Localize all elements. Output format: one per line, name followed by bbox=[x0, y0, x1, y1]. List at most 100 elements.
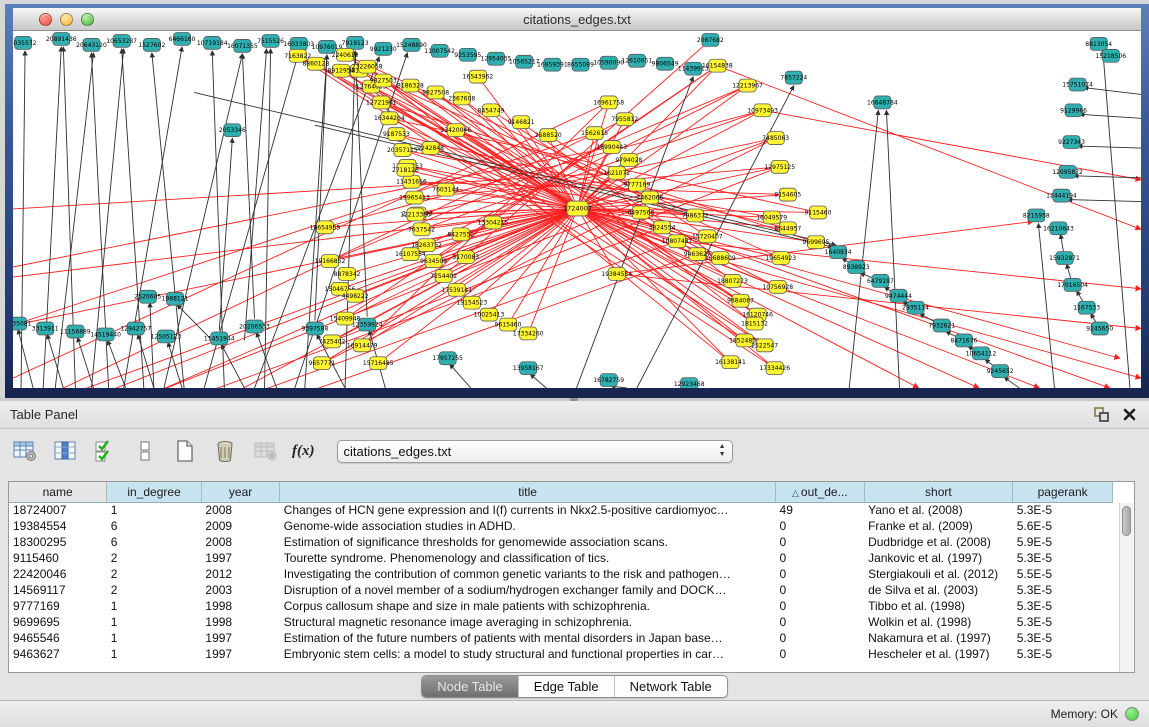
graph-node-yellow[interactable]: 9154605 bbox=[774, 188, 801, 201]
minimize-window-icon[interactable] bbox=[60, 13, 73, 26]
graph-node-yellow[interactable]: 17334260 bbox=[513, 327, 544, 340]
graph-node-teal[interactable]: 12942757 bbox=[120, 322, 151, 335]
graph-node-teal[interactable]: 15751074 bbox=[1062, 78, 1093, 91]
table-row[interactable]: 946554611997Estimation of the future num… bbox=[9, 630, 1113, 646]
graph-node-yellow[interactable]: 8878342 bbox=[334, 268, 361, 281]
graph-node-teal[interactable]: 12923468 bbox=[674, 378, 705, 388]
graph-node-teal[interactable]: 13958167 bbox=[513, 362, 544, 375]
graph-node-teal[interactable]: 10719184 bbox=[197, 36, 228, 49]
graph-node-teal[interactable]: 12954035 bbox=[481, 52, 512, 65]
table-row[interactable]: 1456911722003Disruption of a novel membe… bbox=[9, 582, 1113, 598]
graph-node-teal[interactable]: 10565217 bbox=[509, 55, 540, 68]
tab-edge-table[interactable]: Edge Table bbox=[518, 676, 614, 697]
graph-node-teal[interactable]: 15932871 bbox=[1049, 252, 1080, 265]
graph-node-yellow[interactable]: 16990443 bbox=[596, 141, 627, 154]
table-settings-button[interactable] bbox=[12, 438, 38, 464]
graph-node-teal[interactable]: 16782759 bbox=[593, 374, 624, 387]
graph-node-yellow[interactable]: 1621072 bbox=[603, 166, 630, 179]
graph-node-yellow[interactable]: 8454749 bbox=[478, 104, 505, 117]
table-row[interactable]: 2242004622012Investigating the contribut… bbox=[9, 566, 1113, 582]
graph-node-yellow[interactable]: 20357115 bbox=[387, 144, 418, 157]
graph-node-yellow[interactable]: 15716485 bbox=[363, 357, 394, 370]
graph-node-teal[interactable]: 16033803 bbox=[283, 37, 314, 50]
delete-column-button[interactable] bbox=[212, 438, 238, 464]
graph-node-yellow[interactable]: 2588520 bbox=[535, 129, 562, 142]
graph-node-teal[interactable]: 9245650 bbox=[1086, 322, 1113, 335]
graph-node-yellow[interactable]: 16914479 bbox=[347, 339, 378, 352]
show-column-button[interactable] bbox=[52, 438, 78, 464]
graph-node-teal[interactable]: 8215958 bbox=[1023, 209, 1050, 222]
scrollbar-thumb[interactable] bbox=[1122, 506, 1131, 536]
table-row[interactable]: 969969511998Structural magnetic resonanc… bbox=[9, 614, 1113, 630]
table-row[interactable]: 946362711997Embryonic stem cells: a mode… bbox=[9, 646, 1113, 662]
graph-node-teal[interactable]: 8813054 bbox=[1085, 37, 1112, 50]
graph-node-yellow[interactable]: 2367608 bbox=[448, 92, 475, 105]
graph-node-teal[interactable]: 9474444 bbox=[885, 289, 912, 302]
graph-node-teal[interactable]: 5435081 bbox=[13, 317, 32, 330]
network-view-window[interactable]: citations_edges.txt 2035572 2089143620643… bbox=[5, 4, 1149, 398]
graph-node-teal[interactable]: 16210643 bbox=[1043, 222, 1074, 235]
graph-node-yellow[interactable]: 11431656 bbox=[396, 175, 427, 188]
graph-node-teal[interactable]: 11451944 bbox=[204, 332, 235, 345]
graph-node-yellow[interactable]: 9115460 bbox=[805, 206, 832, 219]
graph-node-teal[interactable]: 7919123 bbox=[342, 36, 369, 49]
graph-node-teal[interactable]: 8655089 bbox=[567, 58, 594, 71]
graph-node-teal[interactable]: 6466160 bbox=[169, 32, 196, 45]
graph-node-yellow[interactable]: 19154523 bbox=[457, 296, 488, 309]
column-header-title[interactable]: title bbox=[280, 482, 776, 502]
graph-node-hub[interactable]: 1724007 bbox=[563, 201, 592, 216]
graph-node-teal[interactable]: 8938923 bbox=[843, 261, 870, 274]
table-row[interactable]: 1830029562008Estimation of significance … bbox=[9, 534, 1113, 550]
graph-node-yellow[interactable]: 17334426 bbox=[759, 362, 790, 375]
table-vertical-scrollbar[interactable] bbox=[1119, 503, 1133, 673]
graph-node-teal[interactable]: 10653287 bbox=[106, 34, 137, 47]
graph-node-yellow[interactable]: 16543962 bbox=[463, 70, 494, 83]
select-rows-button[interactable] bbox=[92, 438, 118, 464]
function-builder-button[interactable]: f(x) bbox=[292, 443, 315, 460]
graph-node-yellow[interactable]: 9146821 bbox=[508, 116, 535, 129]
column-header-short[interactable]: short bbox=[864, 482, 1013, 502]
close-panel-icon[interactable] bbox=[1119, 406, 1139, 424]
graph-node-teal[interactable]: 16071355 bbox=[227, 39, 258, 52]
graph-node-teal[interactable]: 20891436 bbox=[46, 32, 77, 45]
table-row[interactable]: 911546021997Tourette syndrome. Phenomeno… bbox=[9, 550, 1113, 566]
graph-node-yellow[interactable]: 9615460 bbox=[495, 318, 522, 331]
graph-node-teal[interactable]: 10590090 bbox=[593, 56, 624, 69]
graph-node-teal[interactable]: 11007542 bbox=[424, 44, 455, 57]
row-height-button[interactable] bbox=[132, 438, 158, 464]
network-graph-canvas[interactable]: 2035572 2089143620643120106532871527602 64… bbox=[13, 31, 1141, 388]
table-selector-dropdown[interactable]: citations_edges.txt ▲▼ bbox=[337, 440, 733, 463]
graph-node-teal[interactable]: 16959391 bbox=[537, 58, 568, 71]
network-window-titlebar[interactable]: citations_edges.txt bbox=[13, 8, 1141, 31]
graph-node-teal[interactable]: 2035572 bbox=[13, 36, 37, 49]
graph-node-teal[interactable]: 3313911 bbox=[32, 322, 59, 335]
graph-node-teal[interactable]: 15248890 bbox=[396, 38, 427, 51]
graph-node-teal[interactable]: 20643120 bbox=[76, 38, 107, 51]
graph-node-teal[interactable]: 1988121 bbox=[162, 292, 189, 305]
table-row[interactable]: 977716911998Corpus callosum shape and si… bbox=[9, 598, 1113, 614]
graph-node-teal[interactable]: 7932621 bbox=[928, 319, 955, 332]
graph-node-teal[interactable]: 12610651 bbox=[622, 54, 653, 67]
graph-node-yellow[interactable]: 16138141 bbox=[715, 356, 746, 369]
graph-node-teal[interactable]: 6479197 bbox=[867, 274, 894, 287]
graph-node-yellow[interactable]: 9699695 bbox=[803, 236, 830, 249]
graph-node-teal[interactable]: 1167533 bbox=[1073, 301, 1100, 314]
graph-node-teal[interactable]: 7515526 bbox=[257, 34, 284, 47]
graph-node-teal[interactable]: 15218506 bbox=[1095, 49, 1126, 62]
graph-node-teal[interactable]: 1527602 bbox=[138, 38, 165, 51]
tab-network-table[interactable]: Network Table bbox=[614, 676, 727, 697]
column-header-pagerank[interactable]: pagerank bbox=[1013, 482, 1113, 502]
graph-node-teal[interactable]: 7857224 bbox=[780, 71, 807, 84]
graph-node-teal[interactable]: 10654112 bbox=[966, 347, 997, 360]
graph-node-teal[interactable]: 9245652 bbox=[987, 365, 1014, 378]
column-header-year[interactable]: year bbox=[201, 482, 279, 502]
column-header-out_de[interactable]: △out_de... bbox=[776, 482, 865, 502]
graph-node-teal[interactable]: 17957255 bbox=[432, 352, 463, 365]
column-header-in_degree[interactable]: in_degree bbox=[107, 482, 202, 502]
graph-node-teal[interactable]: 16648784 bbox=[867, 96, 898, 109]
tab-node-table[interactable]: Node Table bbox=[422, 676, 518, 697]
graph-node-yellow[interactable]: 10973493 bbox=[747, 104, 778, 117]
graph-node-yellow[interactable]: 19654955 bbox=[310, 221, 341, 234]
graph-node-teal[interactable]: 9253595 bbox=[454, 48, 481, 61]
new-column-button[interactable] bbox=[172, 438, 198, 464]
